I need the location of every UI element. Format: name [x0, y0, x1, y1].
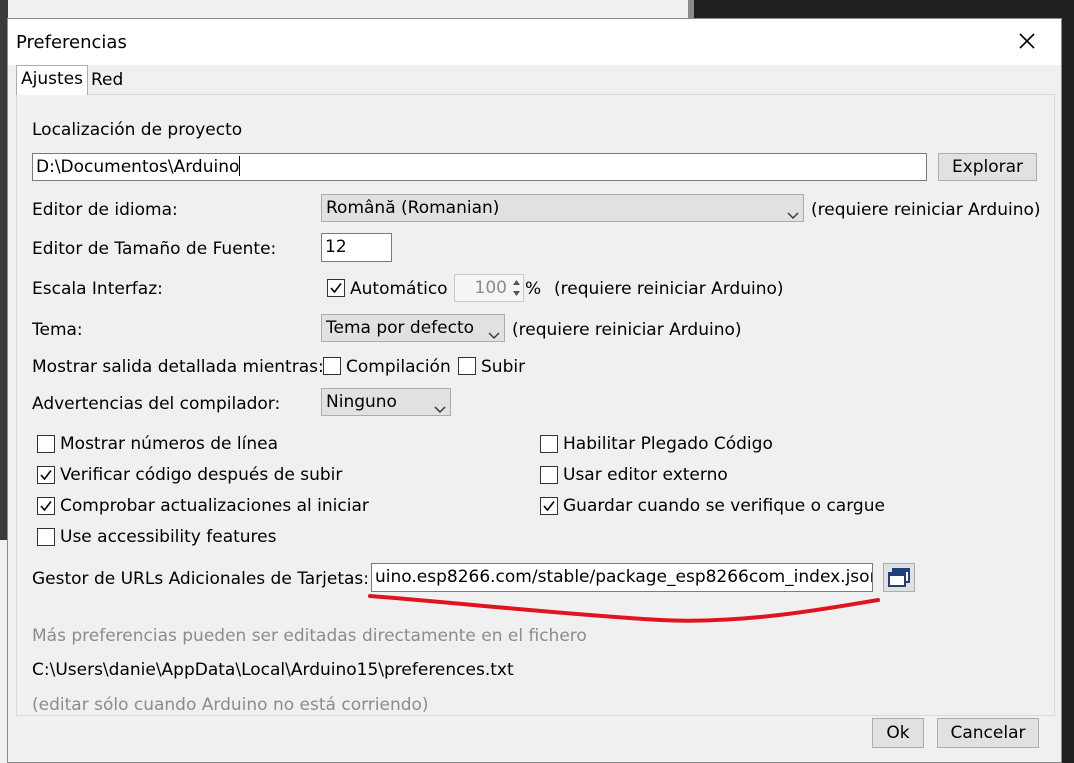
- red-underline-annotation: [368, 594, 880, 623]
- tab-ajustes[interactable]: Ajustes: [16, 65, 88, 95]
